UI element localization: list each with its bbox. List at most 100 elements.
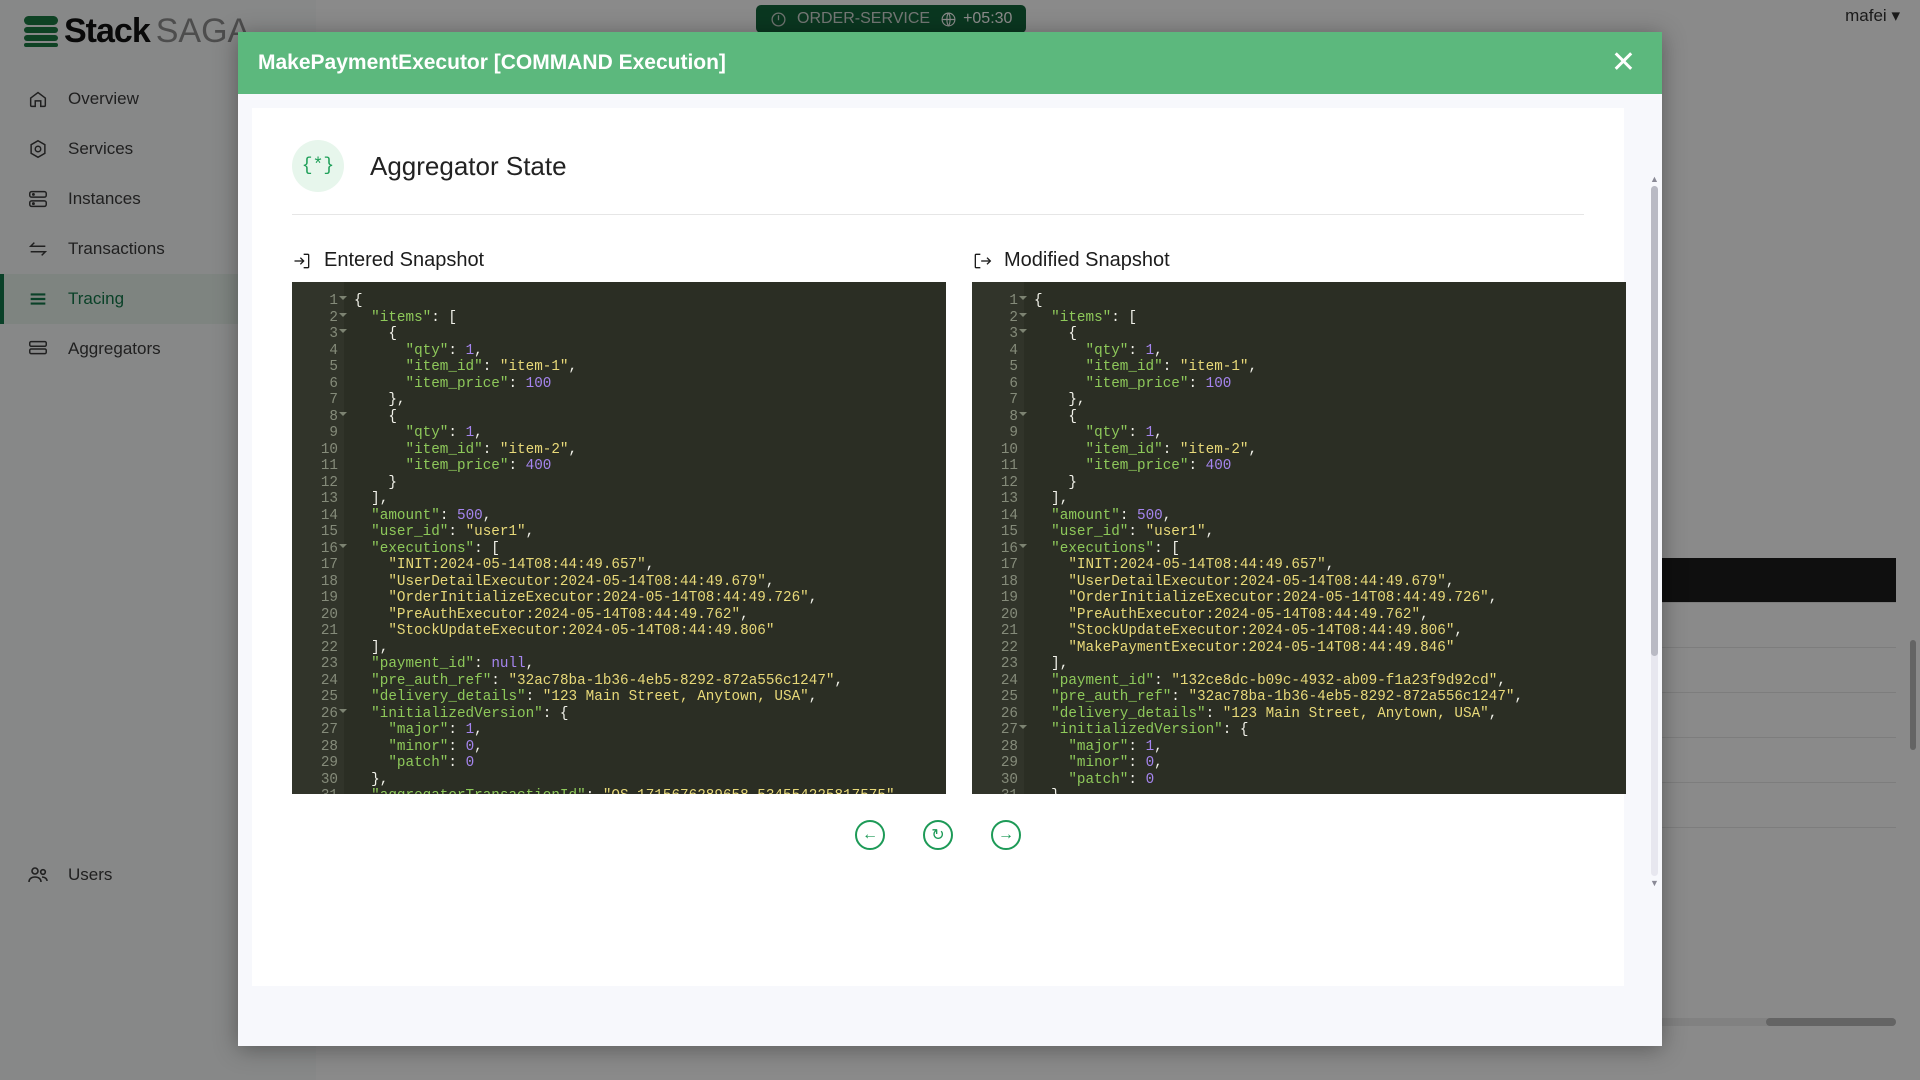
code-line: {: [354, 408, 397, 425]
line-number: 26: [292, 706, 347, 723]
modified-snapshot-label: Modified Snapshot: [972, 249, 1626, 272]
close-icon[interactable]: ✕: [1611, 48, 1636, 78]
code-line: "item_price": 400: [405, 458, 552, 474]
code-line: "qty": 1,: [405, 342, 483, 359]
modal-body: {*} Aggregator State Entered Snapshot 12…: [238, 94, 1662, 1046]
entered-code: { "items": [ { "qty": 1, "item_id": "ite…: [344, 282, 946, 794]
line-number: 30: [1000, 771, 1018, 788]
line-number: 1: [972, 293, 1027, 310]
code-line: "qty": 1,: [1085, 342, 1163, 359]
modified-snapshot-editor[interactable]: 1 2 3 4 5 6 7 8 9 10 11 12 13 14 15 16 17 18 19 20 21 22 23 24 2…: [972, 282, 1626, 794]
code-line: },: [354, 771, 389, 788]
scroll-down-arrow[interactable]: ▼: [1650, 878, 1659, 888]
line-number: 25: [320, 689, 338, 705]
line-number: 12: [1000, 474, 1018, 491]
fold-arrow-icon[interactable]: [1019, 543, 1027, 548]
line-number: 19: [1000, 590, 1018, 606]
line-number: 23: [320, 656, 338, 672]
line-number: 4: [1009, 342, 1018, 359]
code-line: "amount": 500,: [371, 507, 492, 524]
code-line: {: [354, 326, 397, 342]
code-line: {: [1034, 293, 1043, 309]
entered-snapshot-title: Entered Snapshot: [324, 249, 485, 271]
code-line: "item_id": "item-2",: [405, 441, 578, 458]
code-line: "delivery_details": "123 Main Street, An…: [371, 689, 818, 705]
code-line: }: [354, 474, 397, 491]
aggregator-state-heading: Aggregator State: [370, 150, 567, 181]
entered-snapshot-column: Entered Snapshot 1 2 3 4 5 6 7 8 9 10 11 12 13 14 15 16…: [292, 249, 946, 794]
code-line: "item_id": "item-2",: [1085, 441, 1258, 458]
fold-arrow-icon[interactable]: [339, 543, 347, 548]
entered-gutter: 1 2 3 4 5 6 7 8 9 10 11 12 13 14 15 16 17 18 19 20 21 22 23 24 2…: [292, 282, 347, 794]
modal-vertical-scrollbar[interactable]: ▲ ▼: [1650, 174, 1659, 888]
line-number: 13: [1000, 491, 1018, 507]
code-line: ],: [1034, 656, 1069, 672]
modified-gutter: 1 2 3 4 5 6 7 8 9 10 11 12 13 14 15 16 17 18 19 20 21 22 23 24 2…: [972, 282, 1027, 794]
line-number: 8: [972, 409, 1027, 426]
code-line: "payment_id": "132ce8dc-b09c-4932-ab09-f…: [1051, 672, 1506, 689]
code-line: "major": 1,: [1068, 738, 1163, 755]
code-line: "pre_auth_ref": "32ac78ba-1b36-4eb5-8292…: [1051, 689, 1524, 705]
line-number: 15: [1000, 524, 1018, 540]
code-line: {: [1034, 326, 1077, 342]
code-line: ],: [354, 491, 389, 507]
line-number: 16: [292, 541, 347, 558]
line-number: 9: [329, 425, 338, 441]
code-line: "item_price": 100: [405, 375, 552, 392]
line-number: 19: [320, 590, 338, 606]
code-line: "patch": 0: [1068, 771, 1155, 788]
fold-arrow-icon[interactable]: [339, 296, 347, 300]
entered-snapshot-editor[interactable]: 1 2 3 4 5 6 7 8 9 10 11 12 13 14 15 16 17 18 19 20 21 22 23 24 2…: [292, 282, 946, 794]
aggregator-state-header: {*} Aggregator State: [292, 132, 1584, 214]
code-line: "qty": 1,: [405, 425, 483, 441]
code-line: }: [1034, 474, 1077, 491]
line-number: 10: [320, 441, 338, 458]
previous-button[interactable]: ←: [855, 820, 885, 850]
code-line: "minor": 0,: [1068, 755, 1163, 771]
code-line: "patch": 0: [388, 755, 475, 771]
code-line: "user_id": "user1",: [371, 524, 535, 540]
code-line: "payment_id": null,: [371, 656, 535, 672]
snapshot-navigation: ← ↻ →: [292, 794, 1584, 850]
code-line: "delivery_details": "123 Main Street, An…: [1051, 705, 1498, 722]
execution-detail-modal: MakePaymentExecutor [COMMAND Execution] …: [238, 32, 1662, 1046]
line-number: 27: [972, 722, 1027, 739]
line-number: 24: [1000, 672, 1018, 689]
fold-arrow-icon[interactable]: [339, 708, 347, 713]
code-line: "user_id": "user1",: [1051, 524, 1215, 540]
modal-title: MakePaymentExecutor [COMMAND Execution]: [258, 51, 726, 74]
scroll-up-arrow[interactable]: ▲: [1650, 174, 1659, 184]
fold-arrow-icon[interactable]: [1019, 411, 1027, 416]
line-number: 22: [1000, 639, 1018, 656]
fold-arrow-icon[interactable]: [1019, 329, 1027, 333]
fold-arrow-icon[interactable]: [339, 312, 347, 317]
code-line: "initializedVersion": {: [1051, 722, 1249, 738]
line-number: 28: [1000, 738, 1018, 755]
line-number: 6: [1009, 375, 1018, 392]
line-number: 11: [320, 458, 338, 474]
fold-arrow-icon[interactable]: [1019, 725, 1027, 729]
divider: [292, 214, 1584, 215]
line-number: 18: [1000, 573, 1018, 590]
fold-arrow-icon[interactable]: [339, 411, 347, 416]
code-line: "pre_auth_ref": "32ac78ba-1b36-4eb5-8292…: [371, 672, 844, 689]
refresh-button[interactable]: ↻: [923, 820, 953, 850]
line-number: 8: [292, 409, 347, 426]
line-number: 23: [1000, 656, 1018, 672]
line-number: 26: [1000, 705, 1018, 722]
modal-header: MakePaymentExecutor [COMMAND Execution] …: [238, 32, 1662, 94]
line-number: 3: [292, 326, 347, 343]
line-number: 11: [1000, 458, 1018, 474]
fold-arrow-icon[interactable]: [339, 329, 347, 333]
line-number: 14: [1000, 507, 1018, 524]
modified-snapshot-column: Modified Snapshot 1 2 3 4 5 6 7 8 9 10 11 12 13 14 15 1…: [972, 249, 1626, 794]
next-button[interactable]: →: [991, 820, 1021, 850]
line-number: 31: [972, 788, 1018, 794]
code-line: "UserDetailExecutor:2024-05-14T08:44:49.…: [388, 573, 775, 590]
fold-arrow-icon[interactable]: [1019, 312, 1027, 317]
fold-arrow-icon[interactable]: [1019, 296, 1027, 300]
code-line: {: [1034, 408, 1077, 425]
code-line: "OrderInitializeExecutor:2024-05-14T08:4…: [1068, 590, 1498, 606]
code-line: "INIT:2024-05-14T08:44:49.657",: [388, 557, 655, 573]
line-number: 9: [1009, 425, 1018, 441]
